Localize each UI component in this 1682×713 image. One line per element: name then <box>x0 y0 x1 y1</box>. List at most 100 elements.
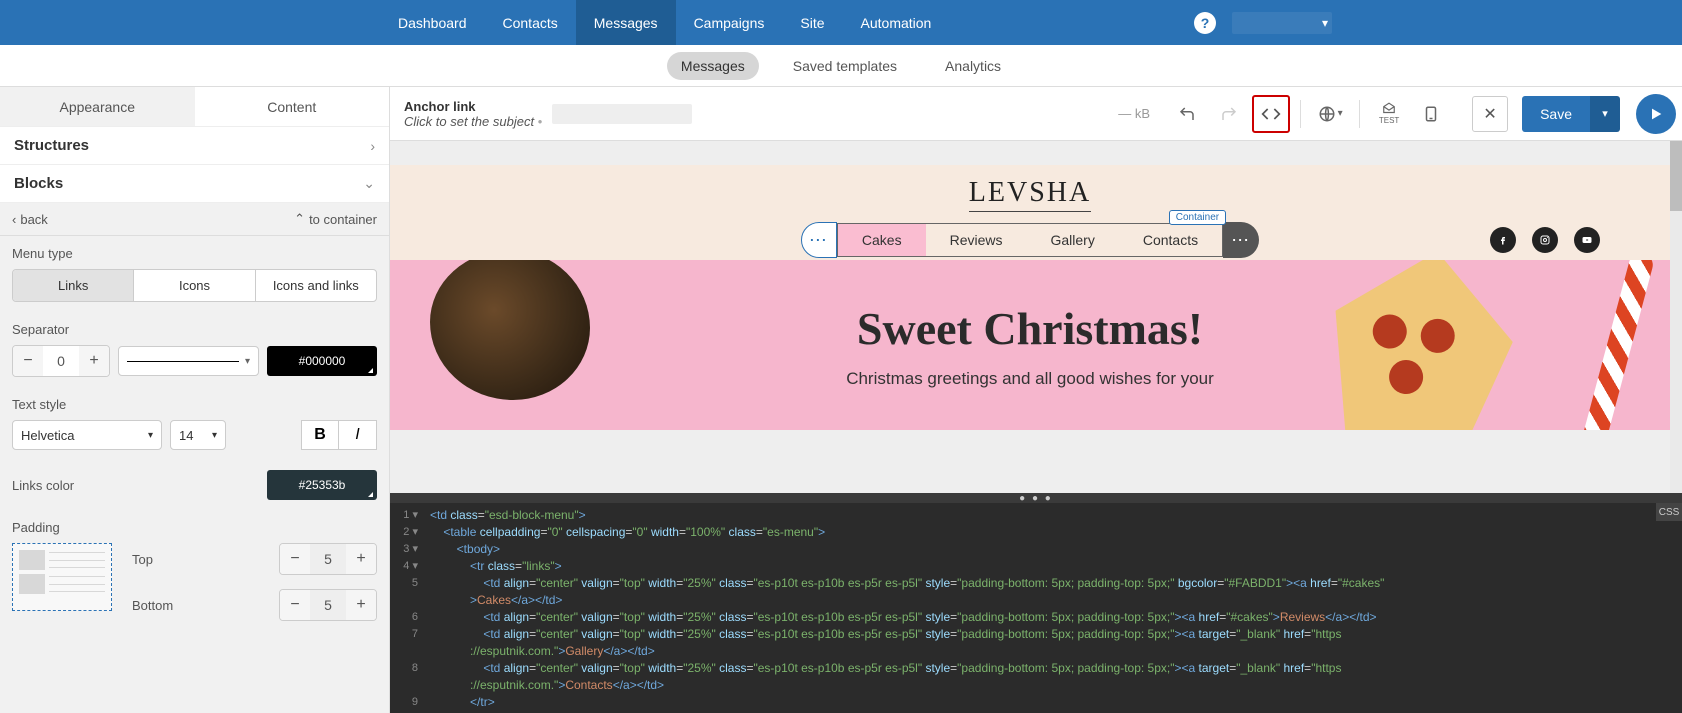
padding-bottom-value[interactable] <box>310 590 346 620</box>
accordion-blocks[interactable]: Blocks ⌄ <box>0 165 389 203</box>
menu-type-links[interactable]: Links <box>13 270 133 301</box>
nav-contacts[interactable]: Contacts <box>485 0 576 45</box>
help-icon[interactable]: ? <box>1194 12 1216 34</box>
subject-hint[interactable]: Click to set the subject • <box>404 114 542 129</box>
chevron-down-icon: ▾ <box>148 430 153 441</box>
padding-bottom-plus[interactable]: + <box>346 590 376 620</box>
user-menu[interactable]: ▾ <box>1232 12 1332 34</box>
sidebar: Appearance Content Structures › Blocks ⌄… <box>0 87 390 713</box>
youtube-icon[interactable] <box>1574 227 1600 253</box>
close-button[interactable]: ✕ <box>1472 96 1508 132</box>
back-label: back <box>20 212 47 227</box>
links-color-panel: Links color #25353b <box>0 460 389 510</box>
separator-plus[interactable]: + <box>79 346 109 376</box>
subtab-saved-templates[interactable]: Saved templates <box>779 52 911 80</box>
dot: • <box>538 114 543 129</box>
code-editor[interactable]: CSS 1 ▾2 ▾3 ▾4 ▾5 67 8 91011 <td class="… <box>390 503 1682 713</box>
padding-top-minus[interactable]: − <box>280 544 310 574</box>
menu-type-segmented: Links Icons Icons and links <box>12 269 377 302</box>
menu-bar: ⋯ Container Cakes Reviews Gallery Contac… <box>390 220 1670 260</box>
save-dropdown[interactable]: ▾ <box>1590 96 1620 132</box>
code-view-button[interactable] <box>1252 95 1290 133</box>
block-handle-left[interactable]: ⋯ <box>801 222 837 258</box>
facebook-icon[interactable] <box>1490 227 1516 253</box>
pinecone-image <box>430 260 590 400</box>
separator-value[interactable] <box>43 346 79 376</box>
padding-preview[interactable] <box>12 543 112 611</box>
tab-appearance[interactable]: Appearance <box>0 87 195 126</box>
anchor-link-label: Anchor link <box>404 99 542 114</box>
chevron-down-icon: ▾ <box>1322 16 1328 30</box>
instagram-icon[interactable] <box>1532 227 1558 253</box>
separator-minus[interactable]: − <box>13 346 43 376</box>
top-nav: Dashboard Contacts Messages Campaigns Si… <box>0 0 1682 45</box>
top-nav-right: ? ▾ <box>1194 12 1332 34</box>
padding-top-value[interactable] <box>310 544 346 574</box>
menu-item-contacts[interactable]: Contacts <box>1119 224 1222 256</box>
padding-bottom-label: Bottom <box>132 598 173 613</box>
test-button[interactable]: TEST <box>1370 95 1408 133</box>
editor-left: Anchor link Click to set the subject • <box>404 99 692 129</box>
chevron-down-icon: ▾ <box>245 356 250 367</box>
separator-color[interactable]: #000000 <box>267 346 377 376</box>
chevron-down-icon: ⌄ <box>363 175 375 192</box>
play-button[interactable] <box>1636 94 1676 134</box>
accordion-structures[interactable]: Structures › <box>0 127 389 165</box>
to-container-button[interactable]: ⌃ to container <box>294 211 377 227</box>
nav-site[interactable]: Site <box>782 0 842 45</box>
menu-container[interactable]: Container Cakes Reviews Gallery Contacts <box>837 223 1223 257</box>
padding-label: Padding <box>12 520 377 535</box>
padding-bottom-stepper: − + <box>279 589 377 621</box>
to-container-label: to container <box>309 212 377 227</box>
chevron-left-icon: ‹ <box>12 212 16 227</box>
candy-cane-image <box>1560 260 1650 430</box>
padding-bottom-minus[interactable]: − <box>280 590 310 620</box>
subject-placeholder[interactable] <box>552 104 692 124</box>
blocks-label: Blocks <box>14 175 63 192</box>
tab-content[interactable]: Content <box>195 87 390 126</box>
top-nav-items: Dashboard Contacts Messages Campaigns Si… <box>380 0 949 45</box>
save-button[interactable]: Save <box>1522 96 1590 132</box>
device-preview-button[interactable] <box>1412 95 1450 133</box>
menu-type-label: Menu type <box>12 246 377 261</box>
bold-button[interactable]: B <box>301 420 339 450</box>
padding-top-plus[interactable]: + <box>346 544 376 574</box>
subtab-messages[interactable]: Messages <box>667 52 759 80</box>
nav-dashboard[interactable]: Dashboard <box>380 0 485 45</box>
separator-style-select[interactable]: ▾ <box>118 346 259 376</box>
padding-top-label: Top <box>132 552 153 567</box>
nav-automation[interactable]: Automation <box>843 0 950 45</box>
subtab-analytics[interactable]: Analytics <box>931 52 1015 80</box>
menu-item-gallery[interactable]: Gallery <box>1026 224 1118 256</box>
split-handle[interactable]: ● ● ● <box>390 493 1682 503</box>
back-button[interactable]: ‹ back <box>12 212 48 227</box>
padding-panel: Padding Top − + <box>0 510 389 631</box>
font-size-select[interactable]: 14▾ <box>170 420 226 450</box>
canvas-scrollbar[interactable] <box>1670 141 1682 493</box>
links-color-label: Links color <box>12 478 74 493</box>
undo-button[interactable] <box>1168 95 1206 133</box>
chevron-up-icon: ⌃ <box>294 211 305 227</box>
font-value: Helvetica <box>21 428 74 443</box>
nav-campaigns[interactable]: Campaigns <box>676 0 783 45</box>
menu-type-icons-links[interactable]: Icons and links <box>255 270 376 301</box>
links-color-chip[interactable]: #25353b <box>267 470 377 500</box>
block-handle-right[interactable]: ⋯ <box>1223 222 1259 258</box>
hero-subtitle: Christmas greetings and all good wishes … <box>846 369 1214 389</box>
menu-item-cakes[interactable]: Cakes <box>838 224 926 256</box>
font-select[interactable]: Helvetica ▾ <box>12 420 162 450</box>
italic-button[interactable]: I <box>339 420 377 450</box>
hero-title: Sweet Christmas! <box>857 302 1203 355</box>
code-body[interactable]: <td class="esd-block-menu"> <table cellp… <box>430 507 1682 713</box>
menu-type-icons[interactable]: Icons <box>133 270 254 301</box>
menu-item-reviews[interactable]: Reviews <box>926 224 1027 256</box>
sub-tabs: Messages Saved templates Analytics <box>0 45 1682 87</box>
test-label: TEST <box>1379 116 1399 125</box>
nav-messages[interactable]: Messages <box>576 0 676 45</box>
editor-right: — kB ▾ TEST ✕ Save ▾ <box>1118 94 1676 134</box>
brand-bar: LEVSHA ⋯ Container Cakes Reviews Gallery… <box>390 165 1670 260</box>
redo-button[interactable] <box>1210 95 1248 133</box>
brand-logo: LEVSHA <box>969 177 1091 212</box>
separator-panel: Separator − + ▾ #000000 <box>0 312 389 387</box>
language-button[interactable]: ▾ <box>1311 95 1349 133</box>
